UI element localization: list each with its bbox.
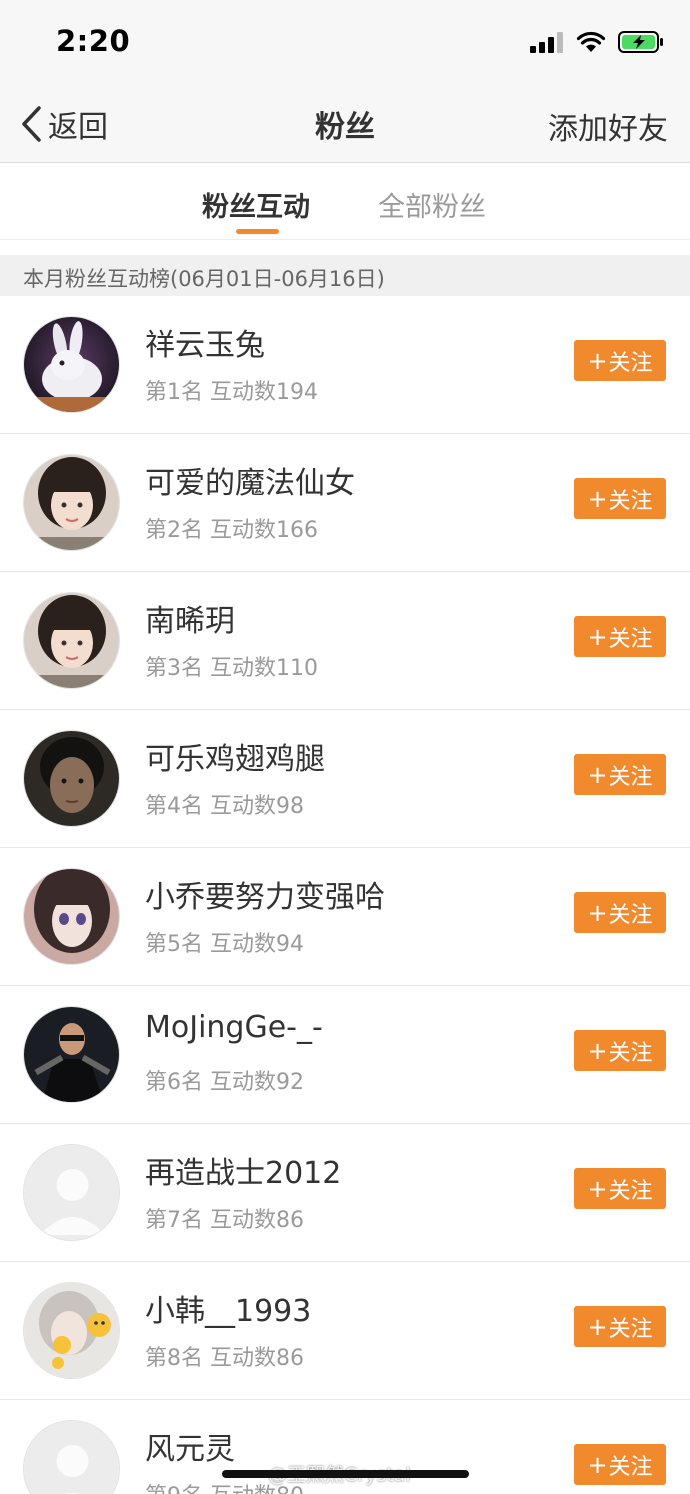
fan-rank-interactions: 第8名 互动数86 — [145, 1346, 304, 1371]
plus-icon: + — [587, 1036, 608, 1065]
fan-rank-interactions: 第3名 互动数110 — [145, 656, 318, 681]
avatar[interactable] — [23, 868, 120, 965]
battery-charging-icon — [618, 31, 663, 53]
avatar[interactable] — [23, 454, 120, 551]
avatar[interactable] — [23, 1006, 120, 1103]
avatar[interactable] — [23, 1282, 120, 1379]
status-bar: 2:20 — [0, 0, 690, 88]
section-title: 本月粉丝互动榜(06月01日-06月16日) — [23, 267, 385, 291]
wifi-icon — [576, 31, 606, 52]
follow-button[interactable]: + 关注 — [574, 478, 666, 519]
avatar[interactable] — [23, 1144, 120, 1241]
fan-name[interactable]: 南晞玥 — [145, 596, 235, 640]
avatar[interactable] — [23, 316, 120, 413]
fan-row[interactable]: 再造战士2012 第7名 互动数86 + 关注 — [0, 1124, 690, 1262]
avatar[interactable] — [23, 1420, 120, 1494]
follow-button[interactable]: + 关注 — [574, 754, 666, 795]
fan-row[interactable]: 可爱的魔法仙女第2名 互动数166 + 关注 — [0, 434, 690, 572]
fan-row[interactable]: 可乐鸡翅鸡腿第4名 互动数98 + 关注 — [0, 710, 690, 848]
fan-rank-interactions: 第7名 互动数86 — [145, 1208, 304, 1233]
tab-all-fans[interactable]: 全部粉丝 — [378, 185, 486, 224]
follow-label: 关注 — [608, 902, 653, 928]
fan-rank-interactions: 第4名 互动数98 — [145, 794, 304, 819]
follow-button[interactable]: + 关注 — [574, 616, 666, 657]
follow-label: 关注 — [608, 764, 653, 790]
plus-icon: + — [587, 346, 608, 375]
follow-label: 关注 — [608, 488, 653, 514]
fan-name[interactable]: 风元灵 — [145, 1424, 235, 1468]
follow-label: 关注 — [608, 626, 653, 652]
add-friend-button[interactable]: 添加好友 — [548, 104, 668, 148]
follow-button[interactable]: + 关注 — [574, 1306, 666, 1347]
plus-icon: + — [587, 1312, 608, 1341]
section-header: 本月粉丝互动榜(06月01日-06月16日) — [0, 255, 690, 296]
active-tab-indicator — [236, 229, 279, 234]
plus-icon: + — [587, 898, 608, 927]
fan-rank-interactions: 第2名 互动数166 — [145, 518, 318, 543]
follow-label: 关注 — [608, 1454, 653, 1480]
cellular-signal-icon — [530, 32, 563, 53]
follow-button[interactable]: + 关注 — [574, 892, 666, 933]
fan-name[interactable]: 再造战士2012 — [145, 1148, 341, 1192]
status-icons — [530, 30, 664, 54]
fan-row[interactable]: 小韩__1993 第8名 互动数86 + 关注 — [0, 1262, 690, 1400]
fan-name[interactable]: 小韩__1993 — [145, 1286, 311, 1330]
avatar[interactable] — [23, 730, 120, 827]
home-indicator — [222, 1470, 469, 1478]
follow-button[interactable]: + 关注 — [574, 1444, 666, 1485]
plus-icon: + — [587, 760, 608, 789]
fan-name[interactable]: 可爱的魔法仙女 — [145, 458, 355, 502]
fan-row[interactable]: 南晞玥第3名 互动数110 + 关注 — [0, 572, 690, 710]
fan-name[interactable]: 祥云玉兔 — [145, 320, 265, 364]
tab-bar: 粉丝互动 全部粉丝 — [0, 163, 690, 240]
follow-label: 关注 — [608, 1178, 653, 1204]
follow-label: 关注 — [608, 1040, 653, 1066]
fan-row[interactable]: 祥云玉兔第1名 互动数194 + 关注 — [0, 296, 690, 434]
follow-label: 关注 — [608, 1316, 653, 1342]
fan-name[interactable]: 可乐鸡翅鸡腿 — [145, 734, 325, 778]
fan-name[interactable]: 小乔要努力变强哈 — [145, 872, 385, 916]
status-time: 2:20 — [56, 24, 131, 58]
fan-list: 祥云玉兔 第1名 互动数194 + 关注 可爱的魔法仙女 第2名 互动数166 + 关注 南晞玥… — [0, 296, 690, 1494]
plus-icon: + — [587, 622, 608, 651]
fan-rank-interactions: 第1名 互动数194 — [145, 380, 318, 405]
navigation-bar: 返回 粉丝 添加好友 — [0, 88, 690, 163]
follow-button[interactable]: + 关注 — [574, 1168, 666, 1209]
fan-rank-interactions: 第6名 互动数92 — [145, 1070, 304, 1095]
plus-icon: + — [587, 484, 608, 513]
fan-name[interactable]: MoJingGe-_- — [145, 1010, 323, 1045]
tab-fan-interaction[interactable]: 粉丝互动 — [202, 185, 310, 224]
fan-row[interactable]: 小乔要努力变强哈第5名 互动数94 + 关注 — [0, 848, 690, 986]
plus-icon: + — [587, 1174, 608, 1203]
follow-label: 关注 — [608, 350, 653, 376]
fan-row[interactable]: MoJingGe-_- 第6名 互动数92 + 关注 — [0, 986, 690, 1124]
plus-icon: + — [587, 1450, 608, 1479]
avatar[interactable] — [23, 592, 120, 689]
fan-rank-interactions: 第5名 互动数94 — [145, 932, 304, 957]
follow-button[interactable]: + 关注 — [574, 1030, 666, 1071]
follow-button[interactable]: + 关注 — [574, 340, 666, 381]
